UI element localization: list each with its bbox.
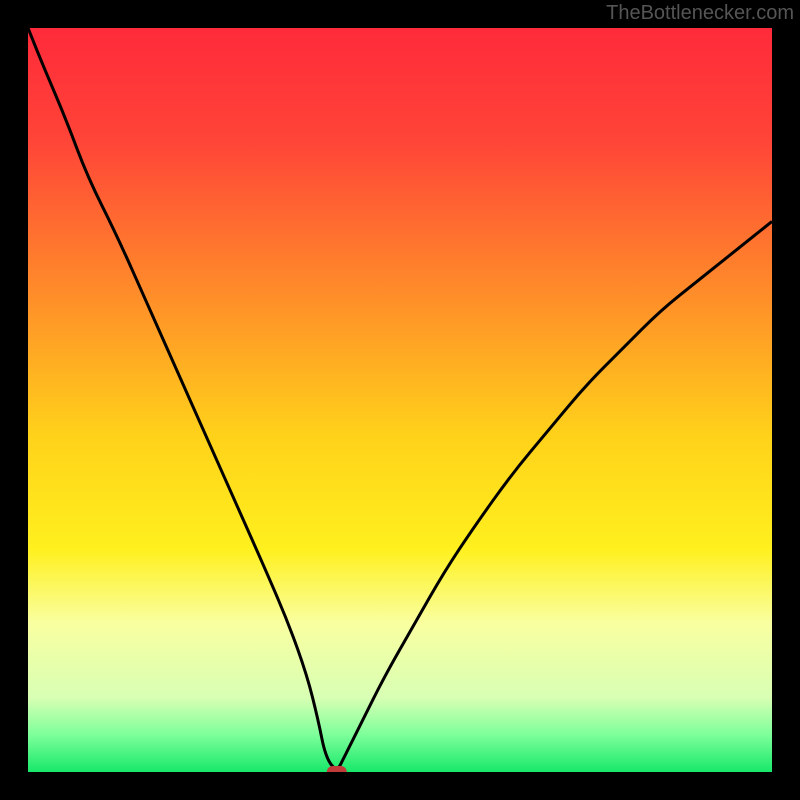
bottleneck-marker	[327, 766, 347, 772]
watermark-label: TheBottlenecker.com	[606, 2, 794, 25]
marker-group	[327, 766, 347, 772]
gradient-background	[28, 28, 772, 772]
plot-area	[28, 28, 772, 772]
chart-svg	[28, 28, 772, 772]
chart-container: TheBottlenecker.com	[0, 0, 800, 800]
